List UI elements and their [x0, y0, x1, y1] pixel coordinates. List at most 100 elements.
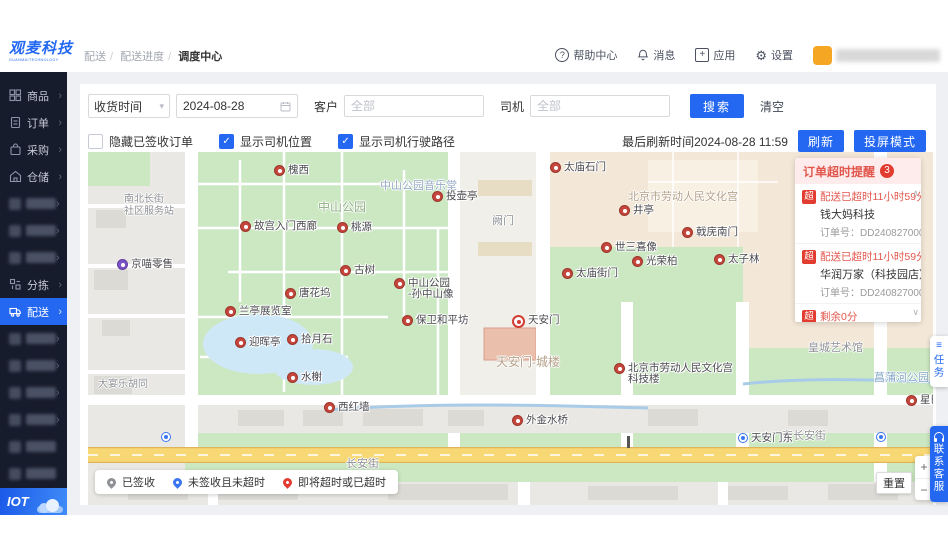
chevron-right-icon: ›	[58, 278, 62, 291]
map-poi-迎晖亭[interactable]: 迎晖亭	[235, 337, 281, 348]
timeout-order-item[interactable]: 超配送已超时11小时59分钱大妈科技订单号：DD24082700005	[795, 184, 921, 244]
app-logo[interactable]: 观麦科技 GUANMAITECHNOLOGY	[9, 40, 75, 62]
customer-input[interactable]	[344, 95, 485, 117]
map-poi-太庙石门[interactable]: 太庙石门	[550, 162, 606, 173]
sidebar-item-redacted[interactable]	[0, 460, 67, 487]
timeout-order-item[interactable]: 超剩余0分华润万家（科技园店）2	[795, 304, 921, 322]
map-canvas[interactable]: 中山公园 中山公园音乐堂 南北长街 社区服务站 阙门 北京市劳动人民文化宫 天安门-城楼菖…	[88, 152, 933, 505]
map-poi-京喵零售[interactable]: 京喵零售	[117, 259, 173, 270]
sidebar-item-goods[interactable]: 商品 ›	[0, 82, 67, 109]
sidebar-item-purchase[interactable]: 采购 ›	[0, 136, 67, 163]
chevron-right-icon: ›	[56, 332, 60, 345]
map-reset-button[interactable]: 重置	[876, 472, 912, 494]
bell-icon	[638, 49, 649, 61]
sidebar-item-redacted[interactable]	[0, 433, 67, 460]
map-poi-外金水桥[interactable]: 外金水桥	[512, 415, 568, 426]
driver-input[interactable]	[530, 95, 671, 117]
sidebar-item-redacted[interactable]: ›	[0, 379, 67, 406]
map-legend: 已签收 未签收且未超时 即将超时或已超时	[95, 470, 398, 494]
map-poi-西红墙[interactable]: 西红墙	[324, 402, 370, 413]
map-poi-保卫和平坊[interactable]: 保卫和平坊	[402, 315, 469, 326]
overtime-badge: 超	[802, 309, 816, 322]
checkbox-显示司机位置[interactable]: ✓ 显示司机位置	[219, 133, 312, 150]
delivery-icon	[9, 307, 21, 317]
overtime-badge: 超	[802, 189, 816, 204]
map-poi-metro[interactable]	[161, 432, 171, 442]
apps-label: 应用	[713, 50, 736, 62]
checkbox-隐藏已签收订单[interactable]: 隐藏已签收订单	[88, 133, 193, 150]
iot-banner[interactable]: IOT	[0, 488, 67, 515]
clear-button[interactable]: 清空	[760, 98, 784, 115]
map-poi-故宫入门西廊[interactable]: 故宫入门西廊	[240, 221, 317, 232]
map-poi-metro[interactable]	[876, 432, 886, 442]
task-tab[interactable]: ≡ 任务	[930, 336, 948, 387]
map-poi-世三喜像[interactable]: 世三喜像	[601, 242, 657, 253]
poi-label: 中山公园 -孙中山像	[408, 277, 454, 300]
map-poi-戟庑南门[interactable]: 戟庑南门	[682, 227, 738, 238]
map-poi-天安门东[interactable]: 天安门东	[738, 433, 793, 444]
map-poi-中山公园[interactable]: 中山公园 -孙中山像	[394, 278, 454, 300]
sidebar-item-redacted[interactable]: ›	[0, 325, 67, 352]
topbar-menu: ? 帮助中心 消息 + 应用 ⚙ 设置	[555, 38, 940, 72]
breadcrumb-item[interactable]: 配送进度	[120, 51, 164, 63]
sidebar-item-delivery[interactable]: 配送 ›	[0, 298, 67, 325]
map-poi-桃源[interactable]: 桃源	[337, 222, 372, 233]
alert-count-badge: 3	[880, 164, 895, 178]
checkbox-显示司机行驶路径[interactable]: ✓ 显示司机行驶路径	[338, 133, 455, 150]
sidebar-item-sorting[interactable]: 分拣 ›	[0, 271, 67, 298]
map-poi-兰亭展览室[interactable]: 兰亭展览室	[225, 306, 292, 317]
map-poi-水榭[interactable]: 水榭	[287, 372, 322, 383]
sidebar-item-redacted[interactable]: ›	[0, 244, 67, 271]
search-button[interactable]: 搜索	[690, 94, 745, 118]
scroll-down-icon[interactable]: ∨	[912, 307, 919, 318]
map-poi-天安门[interactable]: 天安门	[512, 315, 560, 328]
map-poi-唐花坞[interactable]: 唐花坞	[285, 288, 331, 299]
map-poi-太庙街门[interactable]: 太庙街门	[562, 268, 618, 279]
cast-mode-button[interactable]: 投屏模式	[853, 130, 926, 152]
order-timeout-header: 订单超时提醒 3	[795, 158, 921, 184]
time-type-select[interactable]: 收货时间 ▾	[88, 94, 170, 118]
sidebar-item-warehouse[interactable]: 仓储 ›	[0, 163, 67, 190]
map-poi-古树[interactable]: 古树	[340, 265, 375, 276]
sidebar-item-redacted[interactable]: ›	[0, 190, 67, 217]
map-poi-井亭[interactable]: 井亭	[619, 205, 654, 216]
sidebar-item-redacted[interactable]: ›	[0, 352, 67, 379]
area-label-长安街: 长安街	[346, 458, 379, 470]
map-poi-光荣柏[interactable]: 光荣柏	[632, 256, 678, 267]
sidebar-item-redacted[interactable]: ›	[0, 406, 67, 433]
settings-button[interactable]: ⚙ 设置	[755, 47, 793, 63]
sidebar-item-label: 配送	[27, 306, 49, 319]
map-poi-投壶亭[interactable]: 投壶亭	[432, 191, 478, 202]
map-poi-星巴克咖啡[interactable]: 星巴克咖啡	[906, 395, 933, 406]
goods-icon	[9, 89, 22, 102]
map-poi-槐西[interactable]: 槐西	[274, 165, 309, 176]
username-redacted	[836, 48, 940, 62]
poi-label: 太庙街门	[576, 267, 618, 279]
scroll-up-icon[interactable]: ∧	[912, 188, 919, 199]
redacted-label	[26, 387, 56, 398]
sidebar-item-orders[interactable]: 订单 ›	[0, 109, 67, 136]
order-number: 订单号：DD24082700003	[820, 288, 921, 299]
apps-button[interactable]: + 应用	[695, 47, 735, 63]
driver-label: 司机	[500, 99, 525, 114]
map-poi-太子林[interactable]: 太子林	[714, 254, 760, 265]
legend-label: 未签收且未超时	[188, 477, 265, 489]
poi-marker-icon	[287, 372, 298, 383]
poi-marker-icon	[682, 227, 693, 238]
map-poi-拾月石[interactable]: 拾月石	[287, 334, 333, 345]
user-account[interactable]	[813, 45, 940, 65]
map-poi-北京市劳动人民文化宫[interactable]: 北京市劳动人民文化宫 科技楼	[614, 363, 733, 385]
contact-support-tab[interactable]: 联系客服	[930, 426, 948, 502]
messages-button[interactable]: 消息	[637, 47, 675, 63]
sidebar-item-redacted[interactable]: ›	[0, 217, 67, 244]
help-center-button[interactable]: ? 帮助中心	[555, 47, 617, 63]
date-picker[interactable]: 2024-08-28	[176, 94, 298, 118]
redacted-icon	[9, 440, 21, 453]
poi-marker-icon	[240, 221, 251, 232]
refresh-button[interactable]: 刷新	[797, 130, 844, 152]
last-refresh-time: 最后刷新时间2024-08-28 11:59	[622, 134, 788, 149]
timeout-order-item[interactable]: 超配送已超时11小时59分华润万家（科技园店）2 订单号：DD2408270000…	[795, 244, 921, 304]
breadcrumb-item[interactable]: 配送	[84, 51, 106, 63]
poi-marker-icon	[337, 222, 348, 233]
area-label-南北长街: 南北长街 社区服务站	[124, 194, 174, 217]
